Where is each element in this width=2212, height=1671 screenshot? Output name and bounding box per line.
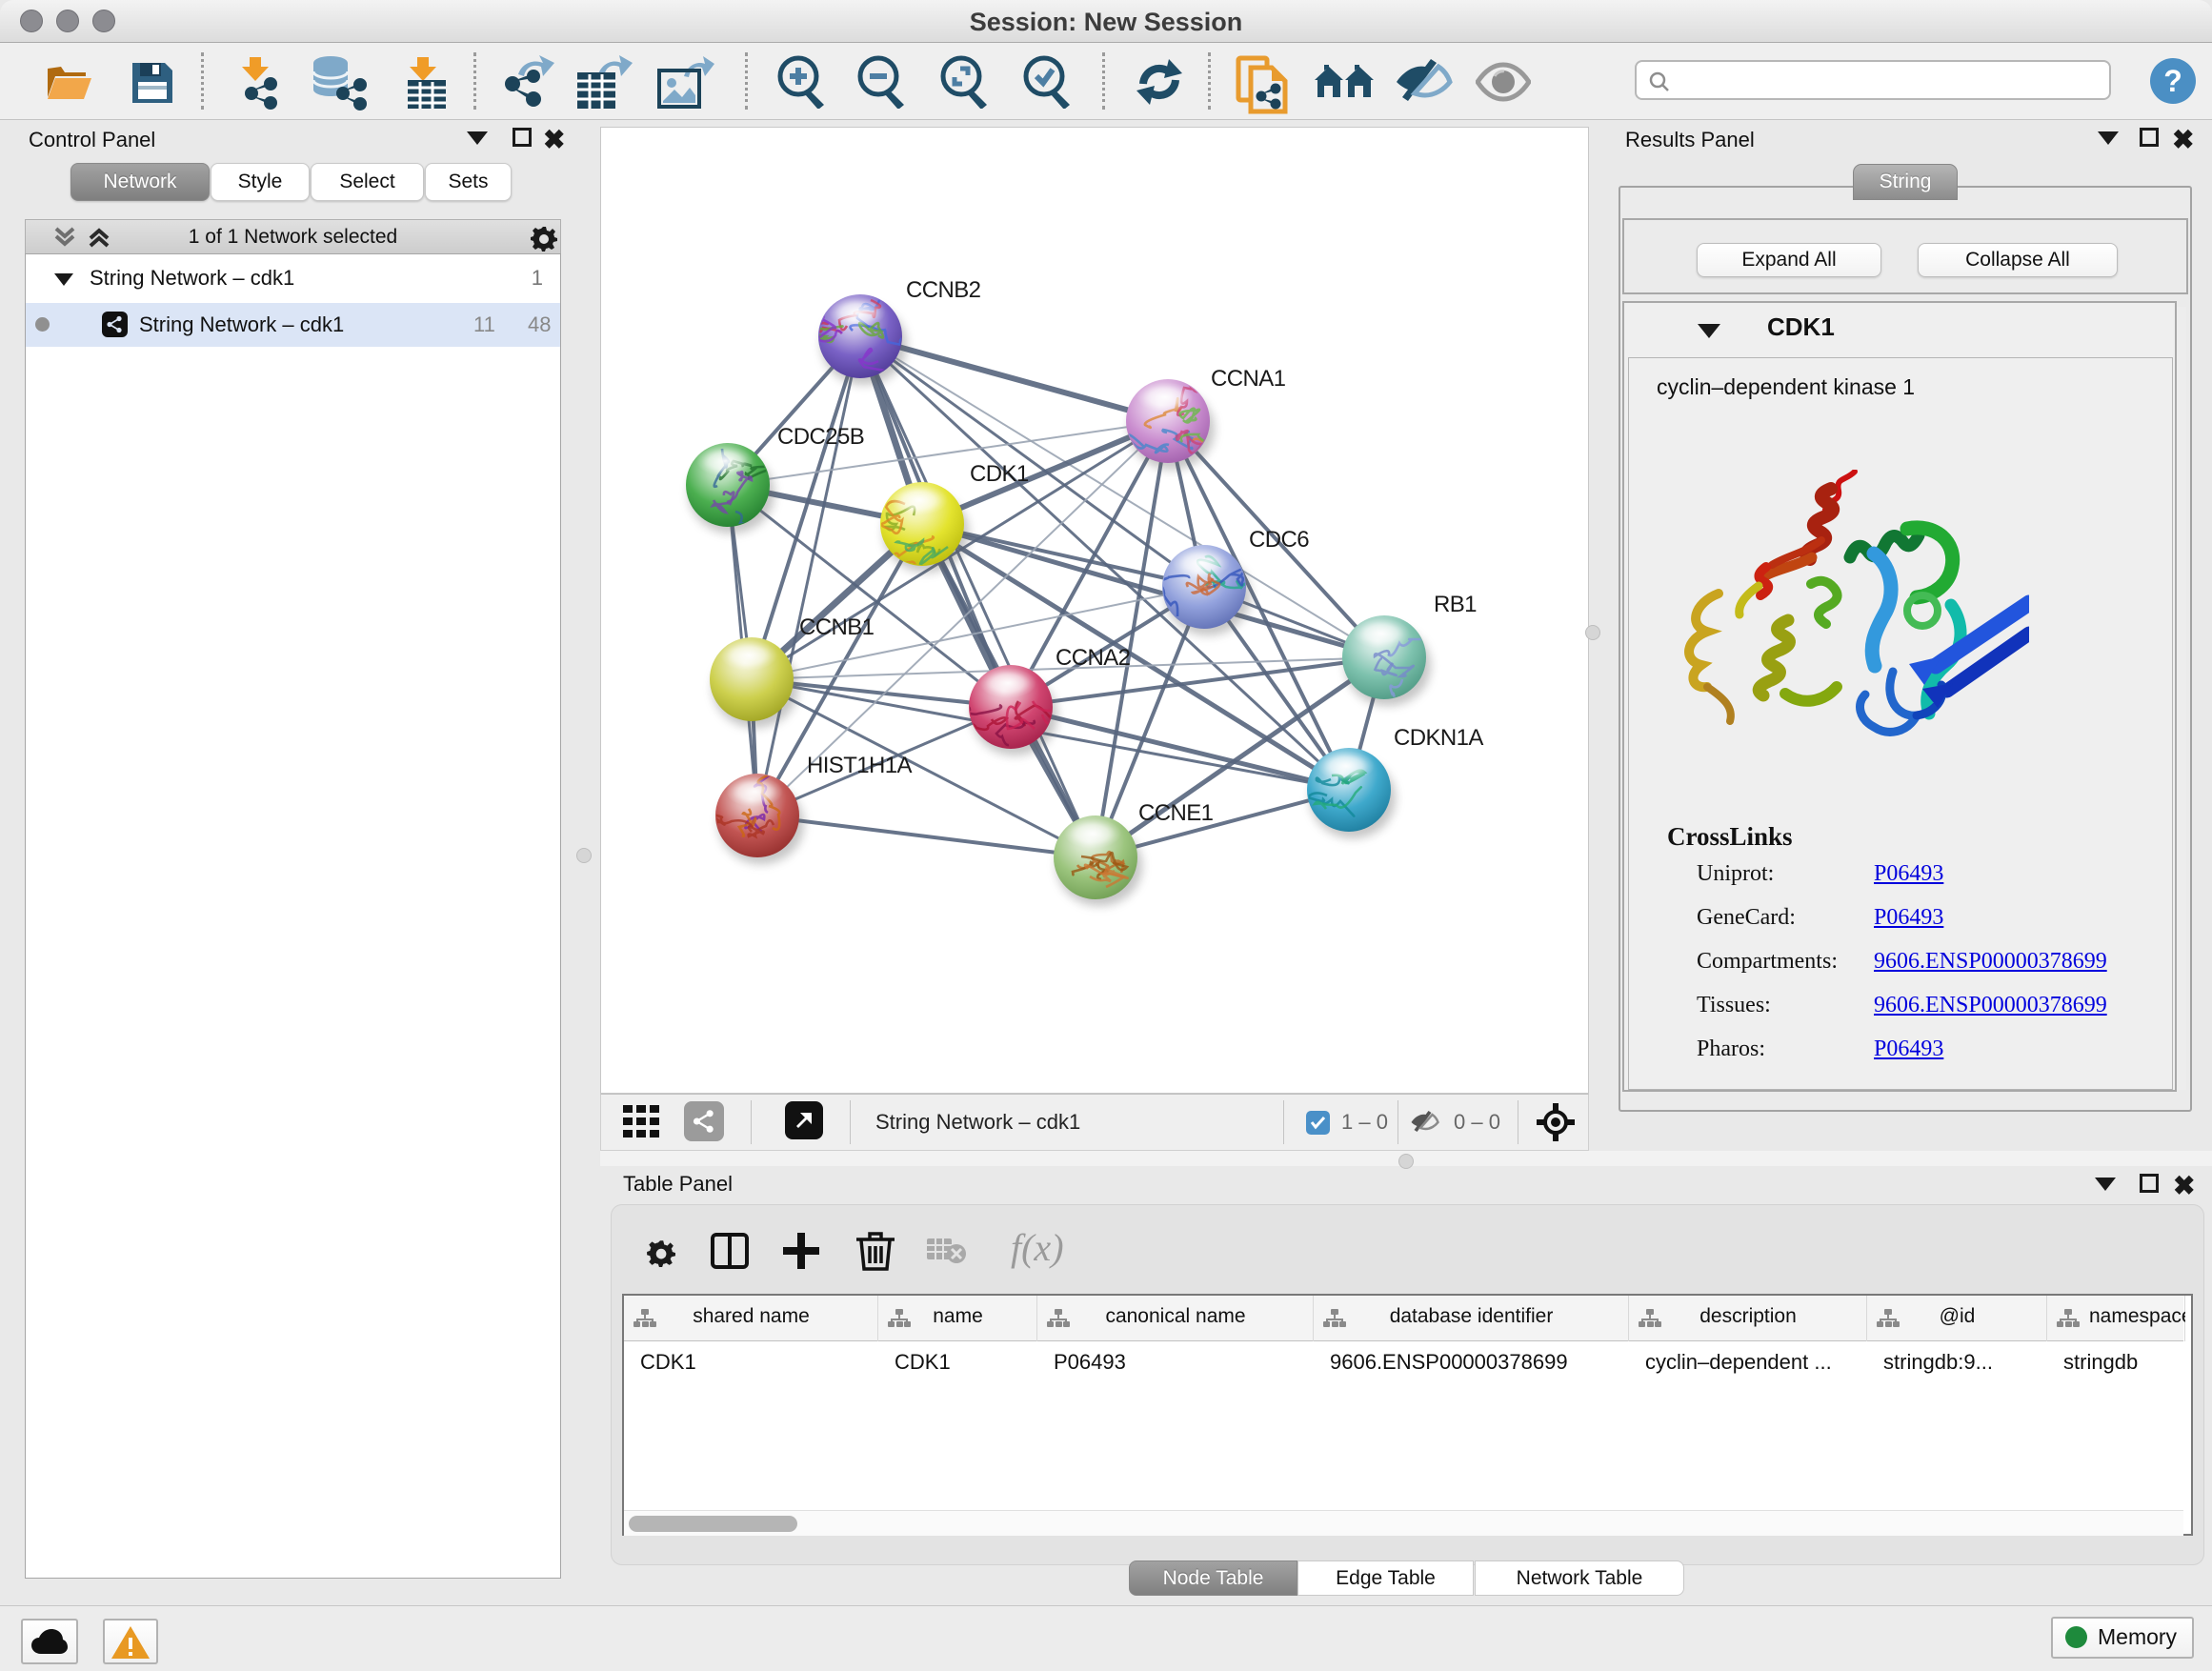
svg-text:RB1: RB1	[1434, 592, 1477, 617]
svg-text:CCNB2: CCNB2	[906, 277, 981, 303]
svg-text:CCNB1: CCNB1	[799, 614, 875, 640]
svg-text:CDKN1A: CDKN1A	[1394, 725, 1483, 751]
svg-text:CCNA1: CCNA1	[1211, 366, 1286, 392]
svg-text:HIST1H1A: HIST1H1A	[807, 753, 912, 778]
svg-text:CCNE1: CCNE1	[1138, 800, 1214, 826]
svg-text:?: ?	[2163, 64, 2182, 98]
svg-text:CCNA2: CCNA2	[1056, 645, 1131, 671]
svg-text:CDC6: CDC6	[1249, 527, 1309, 553]
svg-text:CDK1: CDK1	[970, 461, 1029, 487]
svg-text:CDC25B: CDC25B	[777, 424, 864, 450]
